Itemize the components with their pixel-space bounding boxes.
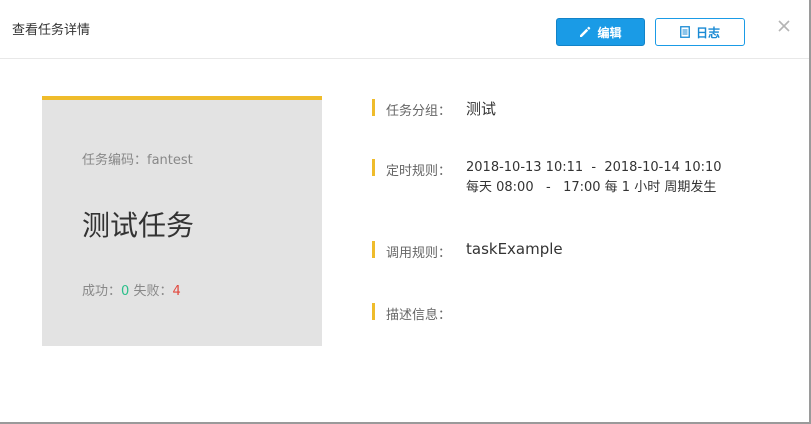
log-button[interactable]: 日志 — [655, 18, 745, 46]
pencil-icon — [580, 26, 591, 37]
document-icon — [680, 26, 690, 38]
field-value: taskExample — [466, 240, 563, 258]
dialog-title: 查看任务详情 — [12, 23, 91, 38]
edit-button[interactable]: 编辑 — [556, 18, 645, 46]
field-label: 描述信息： — [386, 308, 452, 323]
field-label: 定时规则： — [386, 164, 452, 179]
task-code: 任务编码：fantest — [82, 149, 193, 168]
task-stats: 成功：0 失败：4 — [82, 280, 181, 299]
field-label: 任务分组： — [386, 104, 452, 119]
dialog-header: 查看任务详情 编辑 日志 — [0, 0, 809, 59]
field-label: 调用规则： — [386, 246, 452, 261]
success-label: 成功： — [82, 284, 122, 299]
field-value: 2018-10-13 10:11 - 2018-10-14 10:10 每天 0… — [466, 158, 722, 198]
task-name: 测试任务 — [82, 209, 195, 242]
success-count: 0 — [121, 284, 130, 299]
task-code-value: fantest — [147, 153, 193, 168]
schedule-range: 2018-10-13 10:11 - 2018-10-14 10:10 — [466, 160, 722, 175]
field-marker — [372, 303, 375, 320]
log-button-label: 日志 — [695, 25, 720, 40]
fail-count: 4 — [172, 284, 181, 299]
task-code-label: 任务编码： — [82, 153, 148, 168]
close-icon[interactable] — [775, 17, 793, 35]
task-summary-card: 任务编码：fantest 测试任务 成功：0 失败：4 — [42, 96, 322, 346]
field-marker — [372, 99, 375, 116]
schedule-cycle: 每天 08:00 - 17:00 每 1 小时 周期发生 — [466, 180, 717, 195]
edit-button-label: 编辑 — [597, 25, 622, 40]
task-detail-dialog: 查看任务详情 编辑 日志 任务编码：fantest 测试任务 成功：0 失败：4… — [0, 0, 811, 424]
field-value: 测试 — [466, 100, 497, 118]
field-marker — [372, 159, 375, 176]
field-marker — [372, 241, 375, 258]
fail-label: 失败： — [133, 284, 173, 299]
